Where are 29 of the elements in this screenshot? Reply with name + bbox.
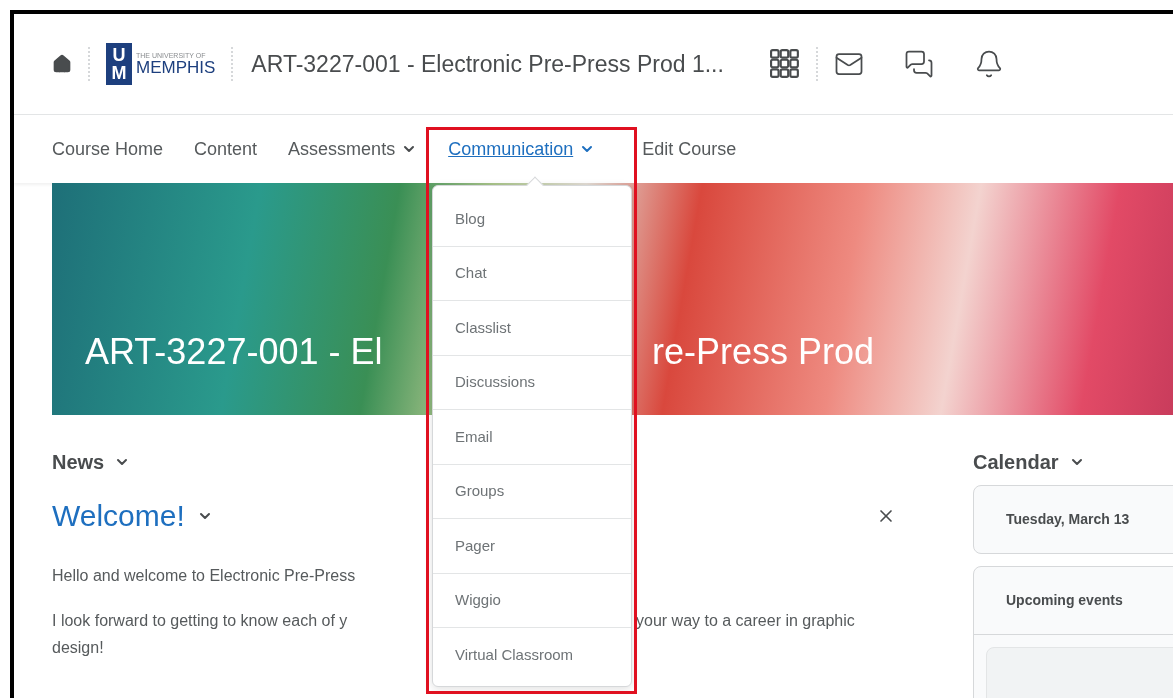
- chat-bubbles-icon[interactable]: [903, 49, 934, 79]
- post-text: I look forward to getting to know each of y: [52, 611, 349, 631]
- nav-link[interactable]: Edit Course: [642, 135, 737, 163]
- course-title: ART-3227-001 - Electronic Pre-Press Prod 1...: [251, 49, 724, 79]
- post-text: Hello and welcome to Electronic Pre-Press: [52, 566, 357, 586]
- menu-item[interactable]: Blog: [433, 192, 631, 247]
- menu-item[interactable]: Pager: [433, 519, 631, 574]
- nav-link[interactable]: Content: [194, 135, 258, 163]
- menu-item[interactable]: Classlist: [433, 301, 631, 356]
- menu-item[interactable]: Email: [433, 410, 631, 465]
- banner-title: re-Press Prod: [652, 330, 875, 374]
- nav-link[interactable]: Communication: [448, 135, 596, 163]
- date-card: Tuesday, March 13: [973, 485, 1173, 554]
- menu-item[interactable]: Chat: [433, 246, 631, 301]
- nav-link[interactable]: Assessments: [288, 135, 418, 163]
- post-text: your way to a career in graphic: [636, 611, 855, 631]
- nav-link[interactable]: Course Home: [52, 135, 164, 163]
- menu-item[interactable]: Virtual Classroom: [433, 628, 631, 683]
- app-grid-icon[interactable]: [769, 49, 800, 79]
- menu-item[interactable]: Wiggio: [433, 573, 631, 628]
- upcoming-events-label: Upcoming events: [1006, 591, 1123, 610]
- menu-item[interactable]: Discussions: [433, 355, 631, 410]
- menu-item[interactable]: Groups: [433, 464, 631, 519]
- calendar-heading: Calendar: [973, 450, 1059, 475]
- post-title[interactable]: Welcome!: [52, 493, 185, 538]
- banner-title: ART-3227-001 - El: [85, 330, 384, 374]
- news-heading: News: [52, 450, 105, 475]
- post-text: design!: [52, 638, 105, 658]
- home-icon[interactable]: [52, 54, 72, 74]
